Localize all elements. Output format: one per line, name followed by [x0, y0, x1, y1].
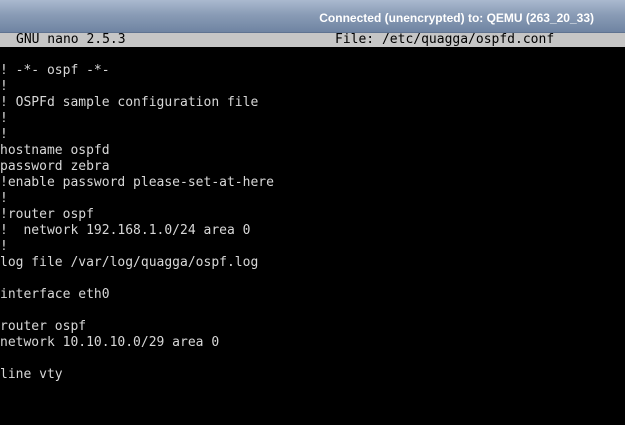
editor-line: !enable password please-set-at-here	[0, 175, 274, 190]
vnc-status-bar: Connected (unencrypted) to: QEMU (263_20…	[0, 0, 625, 33]
vm-console-screen[interactable]: Connected (unencrypted) to: QEMU (263_20…	[0, 0, 625, 425]
connection-status: Connected (unencrypted) to: QEMU (263_20…	[319, 11, 594, 25]
editor-line: line vty	[0, 367, 63, 382]
editor-line: password zebra	[0, 159, 110, 174]
editor-line: !router ospf	[0, 207, 94, 222]
editor-line: ! network 192.168.1.0/24 area 0	[0, 223, 251, 238]
editor-line: network 10.10.10.0/29 area 0	[0, 335, 220, 350]
editor-line: interface eth0	[0, 287, 110, 302]
editor-line: router ospf	[0, 319, 87, 334]
editor-line: !	[0, 239, 8, 254]
editor-line: !	[0, 127, 8, 142]
editor-line: ! OSPFd sample configuration file	[0, 95, 259, 110]
editor-line: hostname ospfd	[0, 143, 110, 158]
editor-line: log file /var/log/quagga/ospf.log	[0, 255, 259, 270]
editor-line: ! -*- ospf -*-	[0, 63, 110, 78]
editor-line: !	[0, 191, 8, 206]
editor-line: !	[0, 79, 8, 94]
nano-version: GNU nano 2.5.3	[16, 32, 126, 47]
nano-title-bar: GNU nano 2.5.3 File: /etc/quagga/ospfd.c…	[0, 33, 625, 47]
editor-line: !	[0, 111, 8, 126]
file-name: File: /etc/quagga/ospfd.conf	[335, 32, 555, 47]
